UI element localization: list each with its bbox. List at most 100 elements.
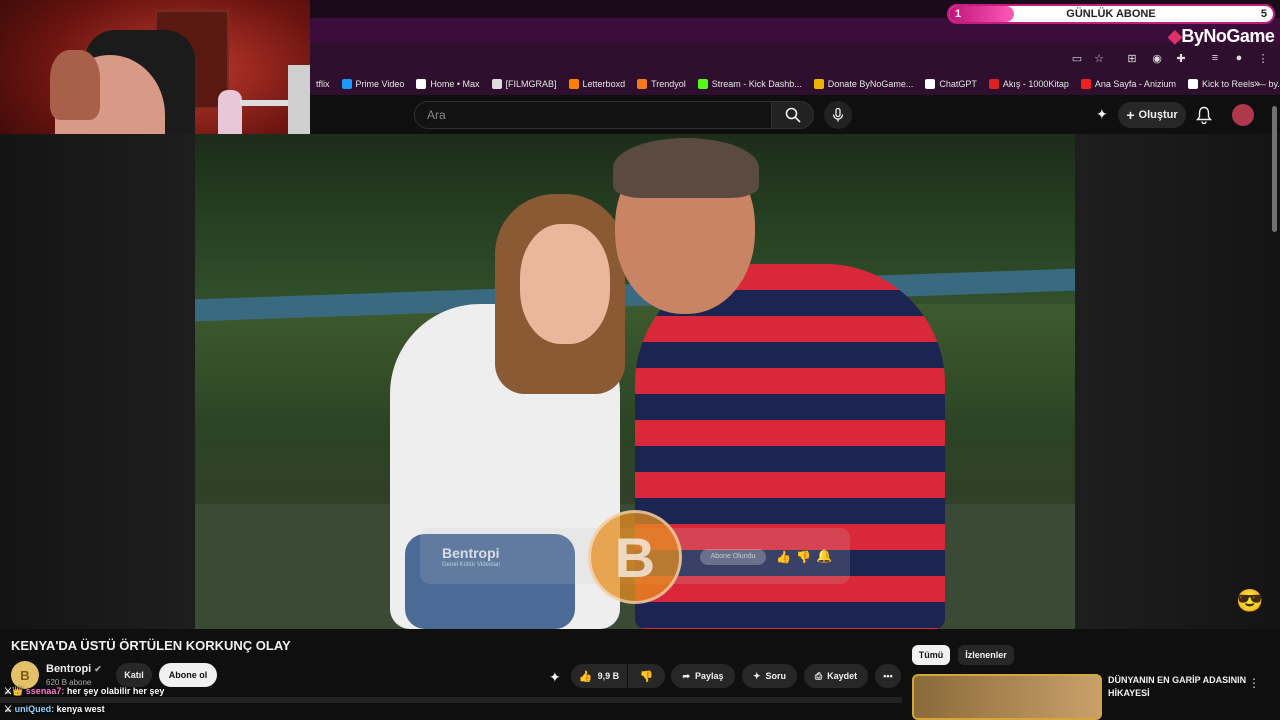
like-button[interactable]: 👍 9,9 B [571, 664, 627, 688]
bookmark-star-icon[interactable]: ☆ [1092, 51, 1106, 65]
subscriber-goal-target: 5 [1260, 8, 1267, 20]
chat-badge-icon: ⚔ [4, 704, 13, 714]
share-arrow-icon: ➦ [682, 670, 690, 681]
cast-icon[interactable]: ▭ [1070, 51, 1084, 65]
save-label: Kaydet [827, 671, 858, 681]
chip-all[interactable]: Tümü [912, 645, 950, 665]
bookmark-label: Akış - 1000Kitap [1002, 79, 1069, 89]
bookmark-label: tflix [316, 79, 330, 89]
chat-text: her şey olabilir her şey [66, 686, 165, 696]
watermark-bell-icon: 🔔 [816, 548, 833, 563]
bookmark-item[interactable]: Prime Video [336, 73, 411, 95]
bookmarks-overflow-icon[interactable]: » [1250, 77, 1264, 91]
ambient-left [0, 134, 195, 629]
ambient-right [1075, 134, 1280, 629]
chat-message: ⚔👑 ssenaa7: her şey olabilir her şey [4, 686, 164, 697]
bookmark-favicon-icon [925, 79, 936, 89]
chat-username: ssenaa7: [25, 686, 65, 696]
search-button[interactable] [771, 101, 814, 129]
girl-face [520, 224, 610, 344]
more-dots-icon: ••• [883, 671, 893, 681]
subscribe-button[interactable]: Abone ol [159, 663, 217, 687]
join-button[interactable]: Katıl [116, 663, 152, 687]
bookmark-item[interactable]: Home • Max [410, 73, 485, 95]
bookmark-favicon-icon [416, 79, 427, 89]
account-avatar[interactable] [1232, 104, 1254, 126]
recommended-video-thumbnail[interactable] [912, 674, 1102, 720]
brand-flame-icon: ◆ [1168, 26, 1182, 46]
search-input[interactable]: Ara [414, 101, 772, 129]
media-control-icon[interactable]: ≡ [1208, 51, 1222, 65]
bookmark-label: Trendyol [651, 79, 686, 89]
like-count: 9,9 B [597, 671, 620, 681]
brand-logo: ◆ByNoGame [1168, 26, 1275, 46]
extension-icon[interactable]: ◉ [1150, 51, 1164, 65]
bookmark-item[interactable]: tflix [310, 73, 336, 95]
bookmark-favicon-icon [341, 79, 352, 89]
microphone-icon [832, 108, 844, 122]
share-label: Paylaş [695, 671, 724, 681]
bookmark-item[interactable]: Kick to Reels — by... [1182, 73, 1280, 95]
verified-icon: ✔ [94, 664, 102, 674]
bookmark-favicon-icon [988, 79, 999, 89]
share-button[interactable]: ➦ Paylaş [671, 664, 735, 688]
bookmark-favicon-icon [697, 79, 708, 89]
create-button[interactable]: + Oluştur [1118, 102, 1186, 128]
subscriber-goal-title: GÜNLÜK ABONE [1066, 8, 1156, 20]
emoji-sunglasses-icon: 😎 [1236, 588, 1264, 613]
watermark-logo: B [588, 510, 682, 604]
search-icon [785, 107, 801, 123]
more-actions-button[interactable]: ••• [875, 664, 901, 688]
recommended-more-icon[interactable]: ⋮ [1248, 676, 1260, 690]
plus-icon: + [1126, 107, 1135, 123]
thumbs-up-icon: 👍 [578, 670, 593, 683]
puzzle-icon[interactable]: ✚ [1174, 51, 1188, 65]
bookmark-item[interactable]: ChatGPT [919, 73, 983, 95]
bookmark-label: Home • Max [430, 79, 480, 89]
bookmark-favicon-icon [813, 79, 824, 89]
bookmark-label: [FILMGRAB] [505, 79, 557, 89]
page-scrollbar[interactable] [1272, 106, 1277, 232]
voice-search-button[interactable] [824, 101, 852, 129]
bookmark-item[interactable]: [FILMGRAB] [486, 73, 563, 95]
bookmark-item[interactable]: Akış - 1000Kitap [983, 73, 1075, 95]
bookmark-icon: ⎙ [814, 670, 823, 681]
bookmark-item[interactable]: Ana Sayfa - Anizium [1075, 73, 1182, 95]
profile-icon[interactable]: ● [1232, 51, 1246, 65]
bookmark-label: Ana Sayfa - Anizium [1094, 79, 1176, 89]
chat-message: ⚔ uniQued: kenya west [4, 704, 105, 715]
extension-gear-icon[interactable]: ✦ [1096, 106, 1108, 123]
dislike-button[interactable]: 👎 [628, 664, 665, 688]
bookmark-label: Letterboxd [582, 79, 626, 89]
ask-label: Soru [765, 671, 787, 681]
watermark-dislike-icon: 👎 [796, 550, 811, 564]
menu-dots-icon[interactable]: ⋮ [1256, 51, 1270, 65]
ask-button[interactable]: ✦ Soru [742, 664, 797, 688]
recommended-video-title[interactable]: DÜNYANIN EN GARİP ADASININ HİKAYESİ [1108, 674, 1248, 700]
subscriber-goal-bar: 1 GÜNLÜK ABONE 5 [947, 4, 1275, 24]
chat-badges-icon: ⚔👑 [4, 686, 24, 696]
channel-avatar[interactable]: B [11, 661, 39, 689]
watermark-subscribed-badge: Abone Olundu [700, 549, 766, 565]
video-title: KENYA'DA ÜSTÜ ÖRTÜLEN KORKUNÇ OLAY [11, 638, 291, 653]
bookmark-label: Stream - Kick Dashb... [711, 79, 802, 89]
bookmark-item[interactable]: Letterboxd [563, 73, 632, 95]
notifications-bell-icon[interactable] [1196, 106, 1212, 129]
translate-icon[interactable]: ⊞ [1125, 51, 1139, 65]
bookmark-label: Donate ByNoGame... [827, 79, 914, 89]
bookmarks-bar: tflix Prime Video Home • Max [FILMGRAB] Lett… [310, 73, 1280, 95]
bookmark-label: Kick to Reels — by... [1201, 79, 1280, 89]
watermark-like-icon: 👍 [776, 550, 791, 564]
chat-text: kenya west [56, 704, 105, 714]
bookmark-favicon-icon [637, 79, 648, 89]
channel-name[interactable]: Bentropi ✔ [46, 663, 102, 675]
man-hair [613, 138, 759, 198]
save-button[interactable]: ⎙ Kaydet [804, 664, 868, 688]
bookmark-item[interactable]: Donate ByNoGame... [808, 73, 920, 95]
chat-username: uniQued: [14, 704, 55, 714]
chip-watched[interactable]: İzlenenler [958, 645, 1014, 665]
bookmark-item[interactable]: Stream - Kick Dashb... [692, 73, 808, 95]
ai-sparkle-icon[interactable]: ✦ [549, 669, 561, 686]
address-bar-row: ▭ ☆ ⊞ ◉ ✚ ≡ ● ⋮ [310, 43, 1280, 73]
bookmark-item[interactable]: Trendyol [631, 73, 692, 95]
